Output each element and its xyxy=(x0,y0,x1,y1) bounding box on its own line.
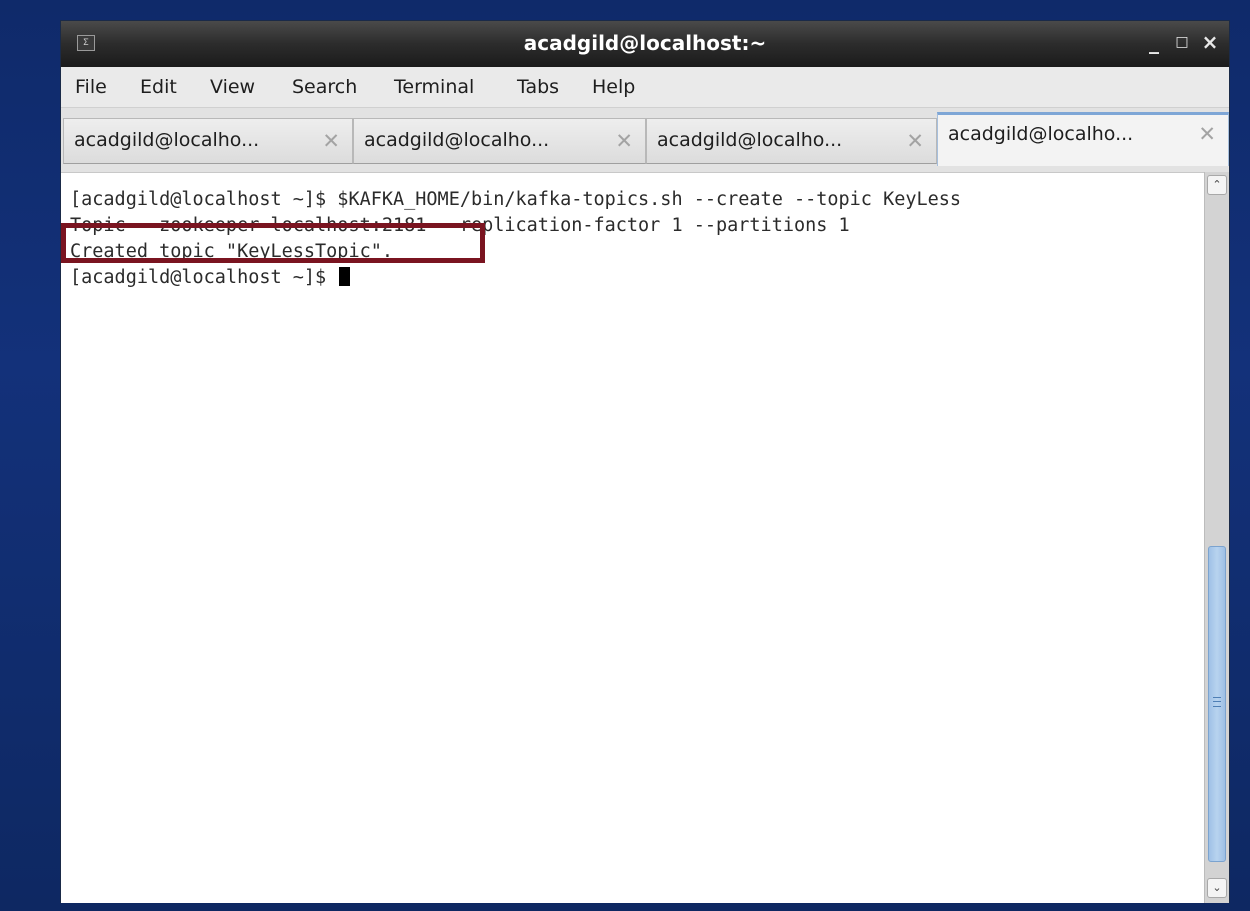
tab-close-icon[interactable]: ✕ xyxy=(1198,122,1216,146)
maximize-icon[interactable]: □ xyxy=(1169,29,1195,55)
terminal-window: Σ acadgild@localhost:~ _ □ × File Edit V… xyxy=(60,20,1230,903)
close-icon[interactable]: × xyxy=(1197,29,1223,55)
grip-icon xyxy=(1213,697,1221,707)
minimize-icon[interactable]: _ xyxy=(1141,29,1167,55)
menu-view[interactable]: View xyxy=(210,76,255,98)
tab-close-icon[interactable]: ✕ xyxy=(906,129,924,153)
tab-3[interactable]: acadgild@localho... ✕ xyxy=(646,118,937,164)
menu-tabs[interactable]: Tabs xyxy=(517,76,559,98)
tab-label: acadgild@localho... xyxy=(364,129,550,151)
terminal-line-command: [acadgild@localhost ~]$ $KAFKA_HOME/bin/… xyxy=(70,189,962,210)
scroll-up-arrow-icon[interactable]: ⌃ xyxy=(1207,175,1227,195)
terminal-prompt-line: [acadgild@localhost ~]$ xyxy=(70,265,351,291)
vertical-scrollbar[interactable]: ⌃ ⌄ xyxy=(1204,172,1229,903)
tab-close-icon[interactable]: ✕ xyxy=(615,129,633,153)
menu-bar: File Edit View Search Terminal Tabs Help xyxy=(61,67,1229,108)
tab-bar: acadgild@localho... ✕ acadgild@localho..… xyxy=(61,108,1229,172)
text-cursor xyxy=(339,267,351,286)
tab-4-active[interactable]: acadgild@localho... ✕ xyxy=(937,112,1229,166)
tab-2[interactable]: acadgild@localho... ✕ xyxy=(353,118,646,164)
scroll-thumb[interactable] xyxy=(1208,546,1226,862)
menu-file[interactable]: File xyxy=(75,76,107,98)
tab-label: acadgild@localho... xyxy=(948,123,1134,145)
terminal-output[interactable]: [acadgild@localhost ~]$ $KAFKA_HOME/bin/… xyxy=(61,172,1204,903)
tab-1[interactable]: acadgild@localho... ✕ xyxy=(63,118,353,164)
window-title: acadgild@localhost:~ xyxy=(523,31,767,55)
title-bar[interactable]: Σ acadgild@localhost:~ _ □ × xyxy=(61,21,1229,68)
menu-edit[interactable]: Edit xyxy=(140,76,177,98)
tab-close-icon[interactable]: ✕ xyxy=(322,129,340,153)
scroll-down-arrow-icon[interactable]: ⌄ xyxy=(1207,878,1227,898)
terminal-prompt: [acadgild@localhost ~]$ xyxy=(70,267,338,288)
terminal-line-command-wrap: Topic --zookeeper localhost:2181 --repli… xyxy=(70,215,850,236)
menu-help[interactable]: Help xyxy=(592,76,635,98)
menu-search[interactable]: Search xyxy=(292,76,357,98)
tab-label: acadgild@localho... xyxy=(657,129,843,151)
terminal-line-result: Created topic "KeyLessTopic". xyxy=(70,241,394,262)
menu-terminal[interactable]: Terminal xyxy=(394,76,474,98)
tab-label: acadgild@localho... xyxy=(74,129,260,151)
